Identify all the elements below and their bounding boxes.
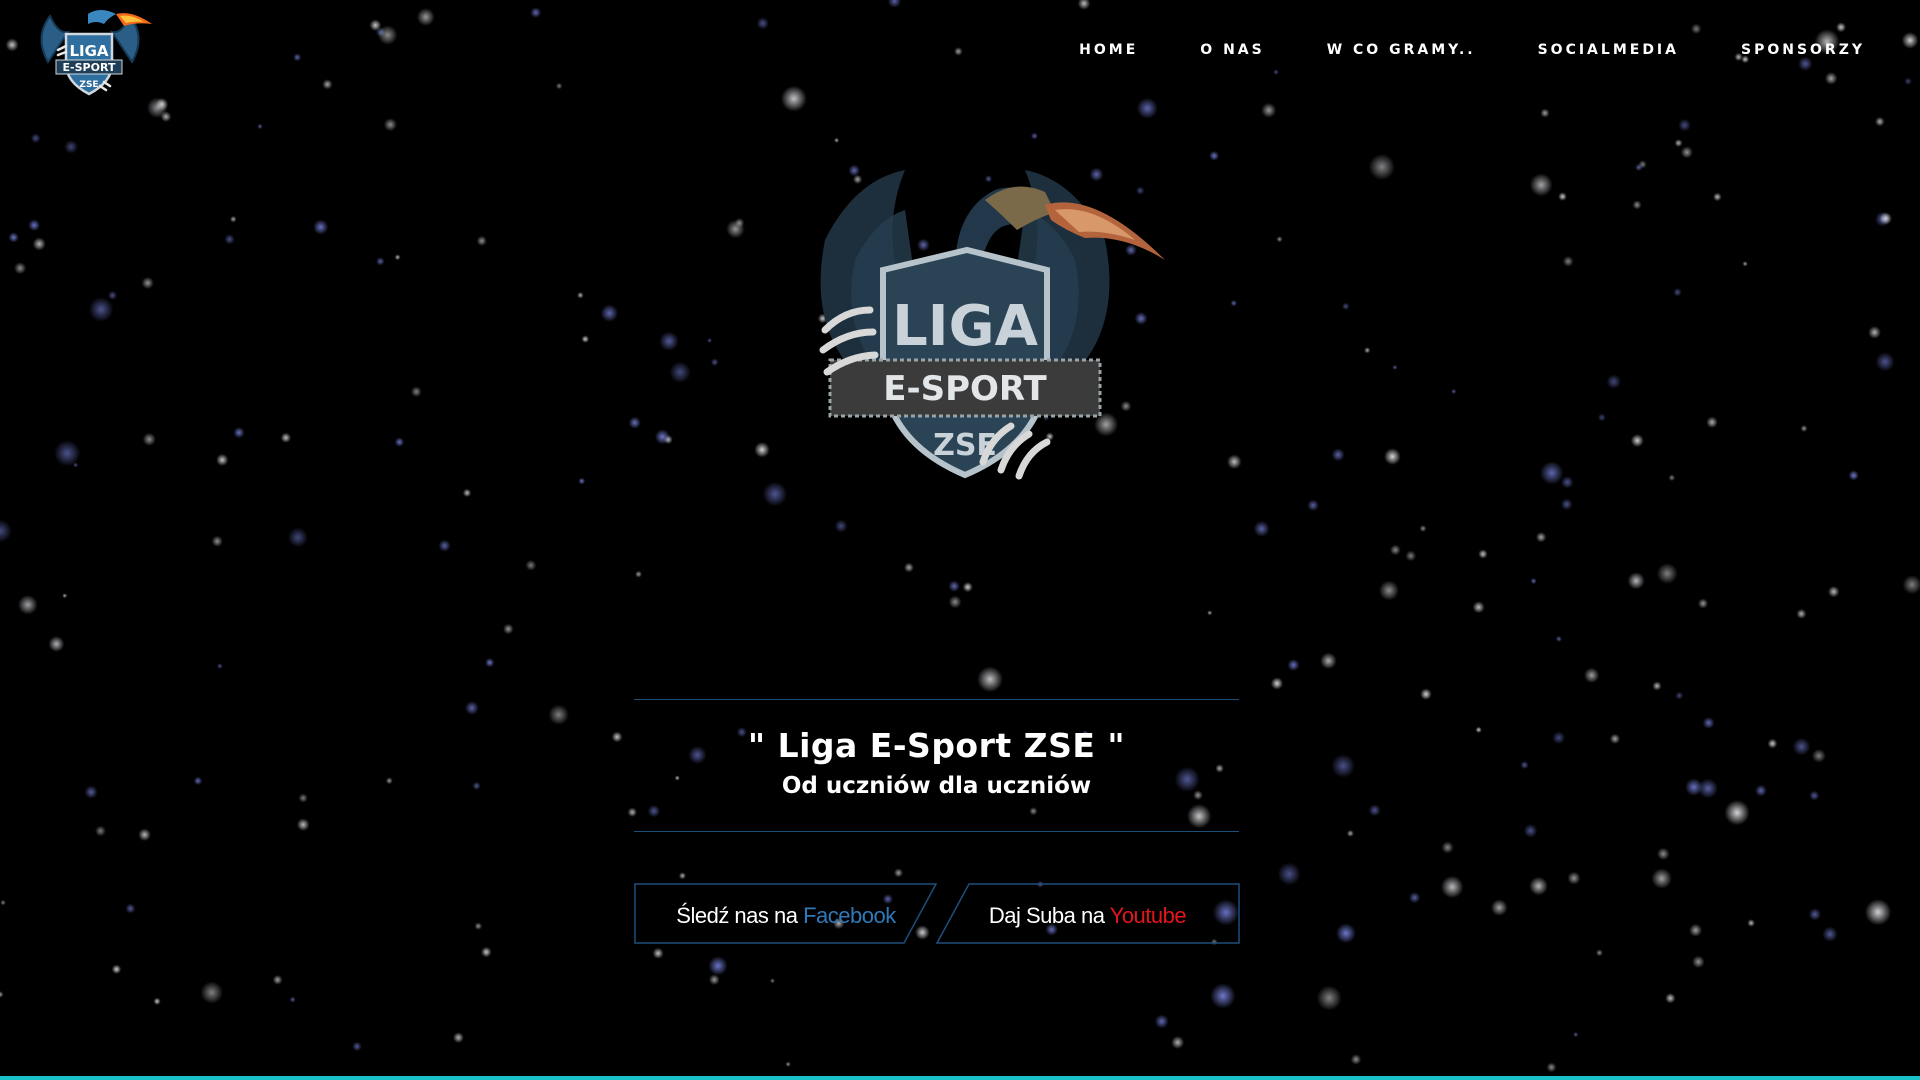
youtube-button[interactable]: Daj Suba na Youtube bbox=[935, 883, 1240, 944]
bottom-accent-bar bbox=[0, 1076, 1920, 1080]
facebook-button[interactable]: Śledź nas na Facebook bbox=[634, 883, 938, 944]
page-subtitle: Od uczniów dla uczniów bbox=[781, 773, 1092, 799]
svg-text:LIGA: LIGA bbox=[892, 294, 1038, 359]
dragon-shield-logo-icon: LIGA E-SPORT ZSE bbox=[40, 10, 152, 96]
svg-text:E-SPORT: E-SPORT bbox=[63, 61, 116, 74]
nav-sponsorzy[interactable]: SPONSORZY bbox=[1741, 40, 1865, 60]
svg-text:ZSE: ZSE bbox=[79, 80, 98, 90]
motto-box: " Liga E-Sport ZSE " Od uczniów dla uczn… bbox=[634, 699, 1239, 832]
nav-o-nas[interactable]: O NAS bbox=[1200, 40, 1264, 60]
svg-text:E-SPORT: E-SPORT bbox=[883, 369, 1047, 409]
youtube-link-text: Youtube bbox=[1109, 903, 1187, 928]
main-nav: HOME O NAS W CO GRAMY.. SOCIALMEDIA SPON… bbox=[1017, 40, 1865, 60]
facebook-button-label: Śledź nas na Facebook bbox=[676, 903, 896, 928]
nav-w-co-gramy[interactable]: W CO GRAMY.. bbox=[1327, 40, 1476, 60]
facebook-link-text: Facebook bbox=[803, 903, 896, 928]
nav-home[interactable]: HOME bbox=[1079, 40, 1138, 60]
youtube-button-label: Daj Suba na Youtube bbox=[988, 903, 1187, 928]
page-title: " Liga E-Sport ZSE " bbox=[747, 726, 1126, 765]
hero-emblem: LIGA E-SPORT ZSE bbox=[755, 150, 1175, 510]
svg-text:LIGA: LIGA bbox=[69, 42, 108, 60]
nav-socialmedia[interactable]: SOCIALMEDIA bbox=[1538, 40, 1679, 60]
dragon-shield-emblem-icon: LIGA E-SPORT ZSE bbox=[819, 170, 1165, 480]
site-logo[interactable]: LIGA E-SPORT ZSE bbox=[28, 2, 154, 102]
